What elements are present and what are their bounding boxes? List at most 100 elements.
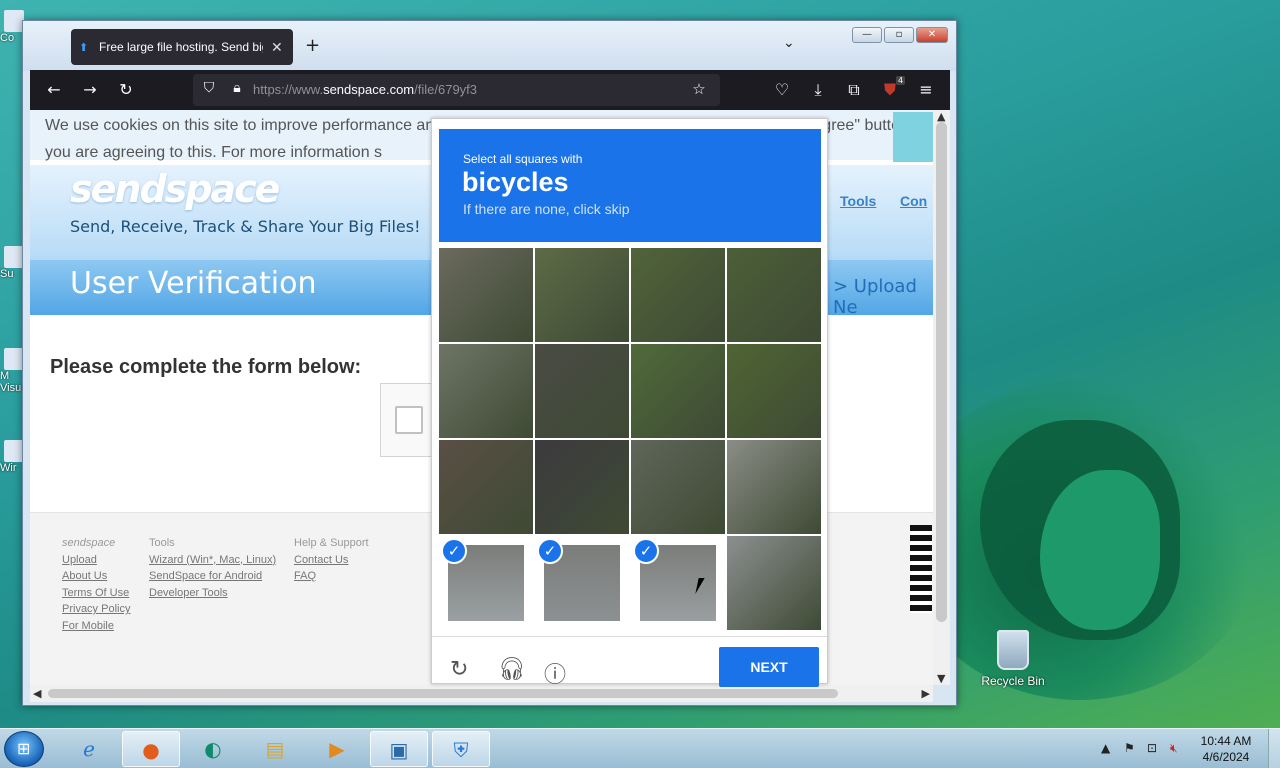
horizontal-scroll-thumb[interactable] [48, 689, 838, 698]
captcha-instruction: Select all squares with [463, 152, 583, 166]
bookmark-star-icon[interactable]: ☆ [689, 80, 709, 98]
list-tabs-button[interactable]: ⌄ [783, 35, 795, 51]
scroll-right-icon[interactable]: ▶ [922, 687, 930, 700]
audio-challenge-icon[interactable]: 🎧︎ [498, 657, 526, 682]
extensions-icon[interactable]: ⧉ [844, 80, 864, 100]
footer-heading: sendspace [62, 537, 116, 549]
captcha-tile[interactable] [631, 344, 725, 438]
close-tab-icon[interactable]: ✕ [271, 39, 283, 56]
footer-link-upload[interactable]: Upload [62, 552, 130, 569]
horizontal-scrollbar[interactable]: ◀ ▶ [30, 685, 933, 702]
sendspace-logo[interactable]: sendspace [70, 167, 280, 211]
taskbar-security-icon[interactable]: ⛨ [432, 731, 490, 767]
cookie-agree-area[interactable] [893, 112, 933, 162]
taskbar: ⊞ ℯ ● ◐ ▤ ▶ ▣ ⛨ ▲ ⚑ ⊡ 🔇︎ 10:44 AM 4/6/20… [0, 728, 1280, 768]
footer-link-about[interactable]: About Us [62, 568, 130, 585]
captcha-tile[interactable]: ✓ [631, 536, 725, 630]
recycle-bin-label: Recycle Bin [981, 674, 1045, 688]
captcha-tile[interactable] [727, 536, 821, 630]
captcha-tile[interactable] [535, 440, 629, 534]
captcha-tile[interactable] [439, 440, 533, 534]
url-bar[interactable]: ⛉ 🔒︎ https://www.sendspace.com/file/679y… [193, 74, 720, 106]
captcha-tile[interactable] [439, 248, 533, 342]
tray-expand-icon[interactable]: ▲ [1101, 741, 1110, 755]
reload-icon[interactable]: ↻ [116, 80, 136, 99]
captcha-tile[interactable]: ✓ [535, 536, 629, 630]
close-window-button[interactable]: ✕ [916, 27, 948, 43]
url-text[interactable]: https://www.sendspace.com/file/679yf3 [253, 82, 477, 97]
desktop-icon-label: Co [0, 32, 15, 44]
menu-icon[interactable]: ≡ [916, 80, 936, 99]
start-button[interactable]: ⊞ [4, 731, 44, 767]
captcha-header: Select all squares with bicycles If ther… [439, 129, 821, 242]
qr-code [910, 525, 932, 613]
captcha-tile[interactable] [727, 344, 821, 438]
footer-link-faq[interactable]: FAQ [294, 568, 369, 585]
url-path: /file/679yf3 [414, 82, 478, 97]
captcha-tile[interactable] [631, 440, 725, 534]
captcha-tile[interactable] [535, 344, 629, 438]
taskbar-media-player-icon[interactable]: ▶ [308, 731, 366, 767]
vertical-scrollbar[interactable]: ▲ ▼ [933, 110, 950, 685]
scroll-down-icon[interactable]: ▼ [937, 672, 945, 685]
footer-link-terms[interactable]: Terms Of Use [62, 585, 130, 602]
url-domain: sendspace.com [323, 82, 415, 97]
captcha-tile[interactable]: ✓ [439, 536, 533, 630]
footer-link-privacy[interactable]: Privacy Policy [62, 601, 130, 618]
action-center-flag-icon[interactable]: ⚑ [1124, 741, 1135, 755]
captcha-tile[interactable] [631, 248, 725, 342]
title-bar[interactable]: ⬆ Free large file hosting. Send big ✕ + … [23, 21, 956, 71]
vertical-scroll-thumb[interactable] [936, 122, 947, 622]
taskbar-remote-desktop-icon[interactable]: ▣ [370, 731, 428, 767]
forward-icon[interactable]: → [80, 80, 100, 99]
taskbar-ie-icon[interactable]: ℯ [60, 731, 118, 767]
network-icon[interactable]: ⊡ [1147, 741, 1157, 755]
nav-tools-link[interactable]: Tools [840, 193, 876, 209]
info-icon[interactable]: ⓘ [544, 657, 566, 689]
tagline: Send, Receive, Track & Share Your Big Fi… [70, 217, 421, 236]
url-prefix: https://www. [253, 82, 324, 97]
clock-date: 4/6/2024 [1202, 750, 1250, 764]
page-title: User Verification [70, 266, 317, 301]
recaptcha-checkbox[interactable] [395, 406, 423, 434]
maximize-button[interactable]: ▫ [884, 27, 914, 43]
footer-link-developer[interactable]: Developer Tools [149, 585, 276, 602]
recycle-bin[interactable]: Recycle Bin [978, 630, 1048, 688]
form-title: Please complete the form below: [50, 356, 362, 378]
captcha-challenge: Select all squares with bicycles If ther… [431, 118, 828, 688]
captcha-target: bicycles [462, 167, 569, 197]
system-clock[interactable]: 10:44 AM 4/6/2024 [1196, 733, 1256, 765]
nav-contact-link[interactable]: Con [900, 193, 927, 209]
shield-icon[interactable]: ⛉ [199, 80, 219, 96]
extension-badge: 4 [896, 76, 906, 85]
next-button[interactable]: NEXT [719, 647, 819, 687]
footer-link-wizard[interactable]: Wizard (Win*, Mac, Linux) [149, 552, 276, 569]
reload-challenge-icon[interactable]: ↻ [450, 657, 468, 682]
captcha-tile[interactable] [439, 344, 533, 438]
desktop-icon-label: M Visu [0, 370, 22, 394]
footer-link-mobile[interactable]: For Mobile [62, 618, 130, 635]
desktop-icon-label: Wir [0, 462, 17, 474]
taskbar-explorer-icon[interactable]: ▤ [246, 731, 304, 767]
lock-icon[interactable]: 🔒︎ [227, 80, 247, 96]
browser-tab[interactable]: ⬆ Free large file hosting. Send big ✕ [71, 29, 293, 65]
captcha-tile[interactable] [727, 248, 821, 342]
minimize-button[interactable]: — [852, 27, 882, 43]
checkmark-icon: ✓ [633, 538, 659, 564]
volume-muted-icon[interactable]: 🔇︎ [1170, 741, 1178, 756]
footer-link-android[interactable]: SendSpace for Android [149, 568, 276, 585]
captcha-tile[interactable] [727, 440, 821, 534]
taskbar-firefox-icon[interactable]: ● [122, 731, 180, 767]
download-icon[interactable]: ⤓ [808, 80, 828, 100]
footer-link-contact[interactable]: Contact Us [294, 552, 369, 569]
favicon-icon: ⬆ [79, 42, 89, 54]
taskbar-app-icon[interactable]: ◐ [184, 731, 242, 767]
pocket-icon[interactable]: ♡ [772, 80, 792, 99]
show-desktop-button[interactable] [1268, 729, 1280, 768]
scroll-left-icon[interactable]: ◀ [33, 687, 41, 700]
captcha-tile[interactable] [535, 248, 629, 342]
back-icon[interactable]: ← [44, 80, 64, 99]
captcha-grid: ✓ ✓ ✓ [439, 248, 822, 631]
upload-new-link[interactable]: > Upload Ne [833, 276, 933, 318]
new-tab-button[interactable]: + [305, 35, 320, 56]
